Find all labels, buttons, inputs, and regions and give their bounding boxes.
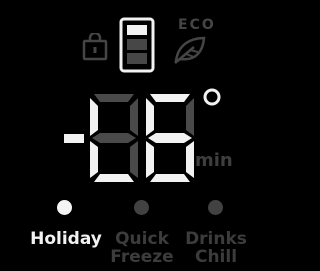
quick-freeze-label-line-2: Freeze (110, 247, 174, 267)
minus-segment (64, 134, 84, 143)
control-panel: ECO min Holiday Quick Freeze Drinks Chil… (0, 0, 268, 271)
eco-leaf-icon[interactable]: ECO (164, 17, 214, 67)
mode-quick-freeze-button[interactable]: Quick Freeze (110, 198, 174, 267)
eco-label: ECO (178, 17, 216, 33)
fridge-icon[interactable] (119, 17, 155, 73)
degree-symbol (201, 86, 223, 108)
drinks-chill-indicator-dot (208, 200, 223, 215)
padlock-icon[interactable] (82, 33, 108, 61)
quick-freeze-indicator-dot (134, 200, 149, 215)
digit-1 (90, 94, 138, 182)
unit-label: min (195, 150, 233, 171)
holiday-indicator-dot (57, 200, 72, 215)
mode-drinks-chill-button[interactable]: Drinks Chill (180, 198, 252, 267)
drinks-chill-label-line-2: Chill (194, 247, 238, 267)
digit-2 (146, 94, 194, 182)
mode-holiday-button[interactable]: Holiday (26, 198, 106, 250)
quick-freeze-label-line-1: Quick (115, 229, 169, 249)
drinks-chill-label-line-1: Drinks (185, 229, 247, 249)
holiday-label: Holiday (30, 229, 102, 249)
